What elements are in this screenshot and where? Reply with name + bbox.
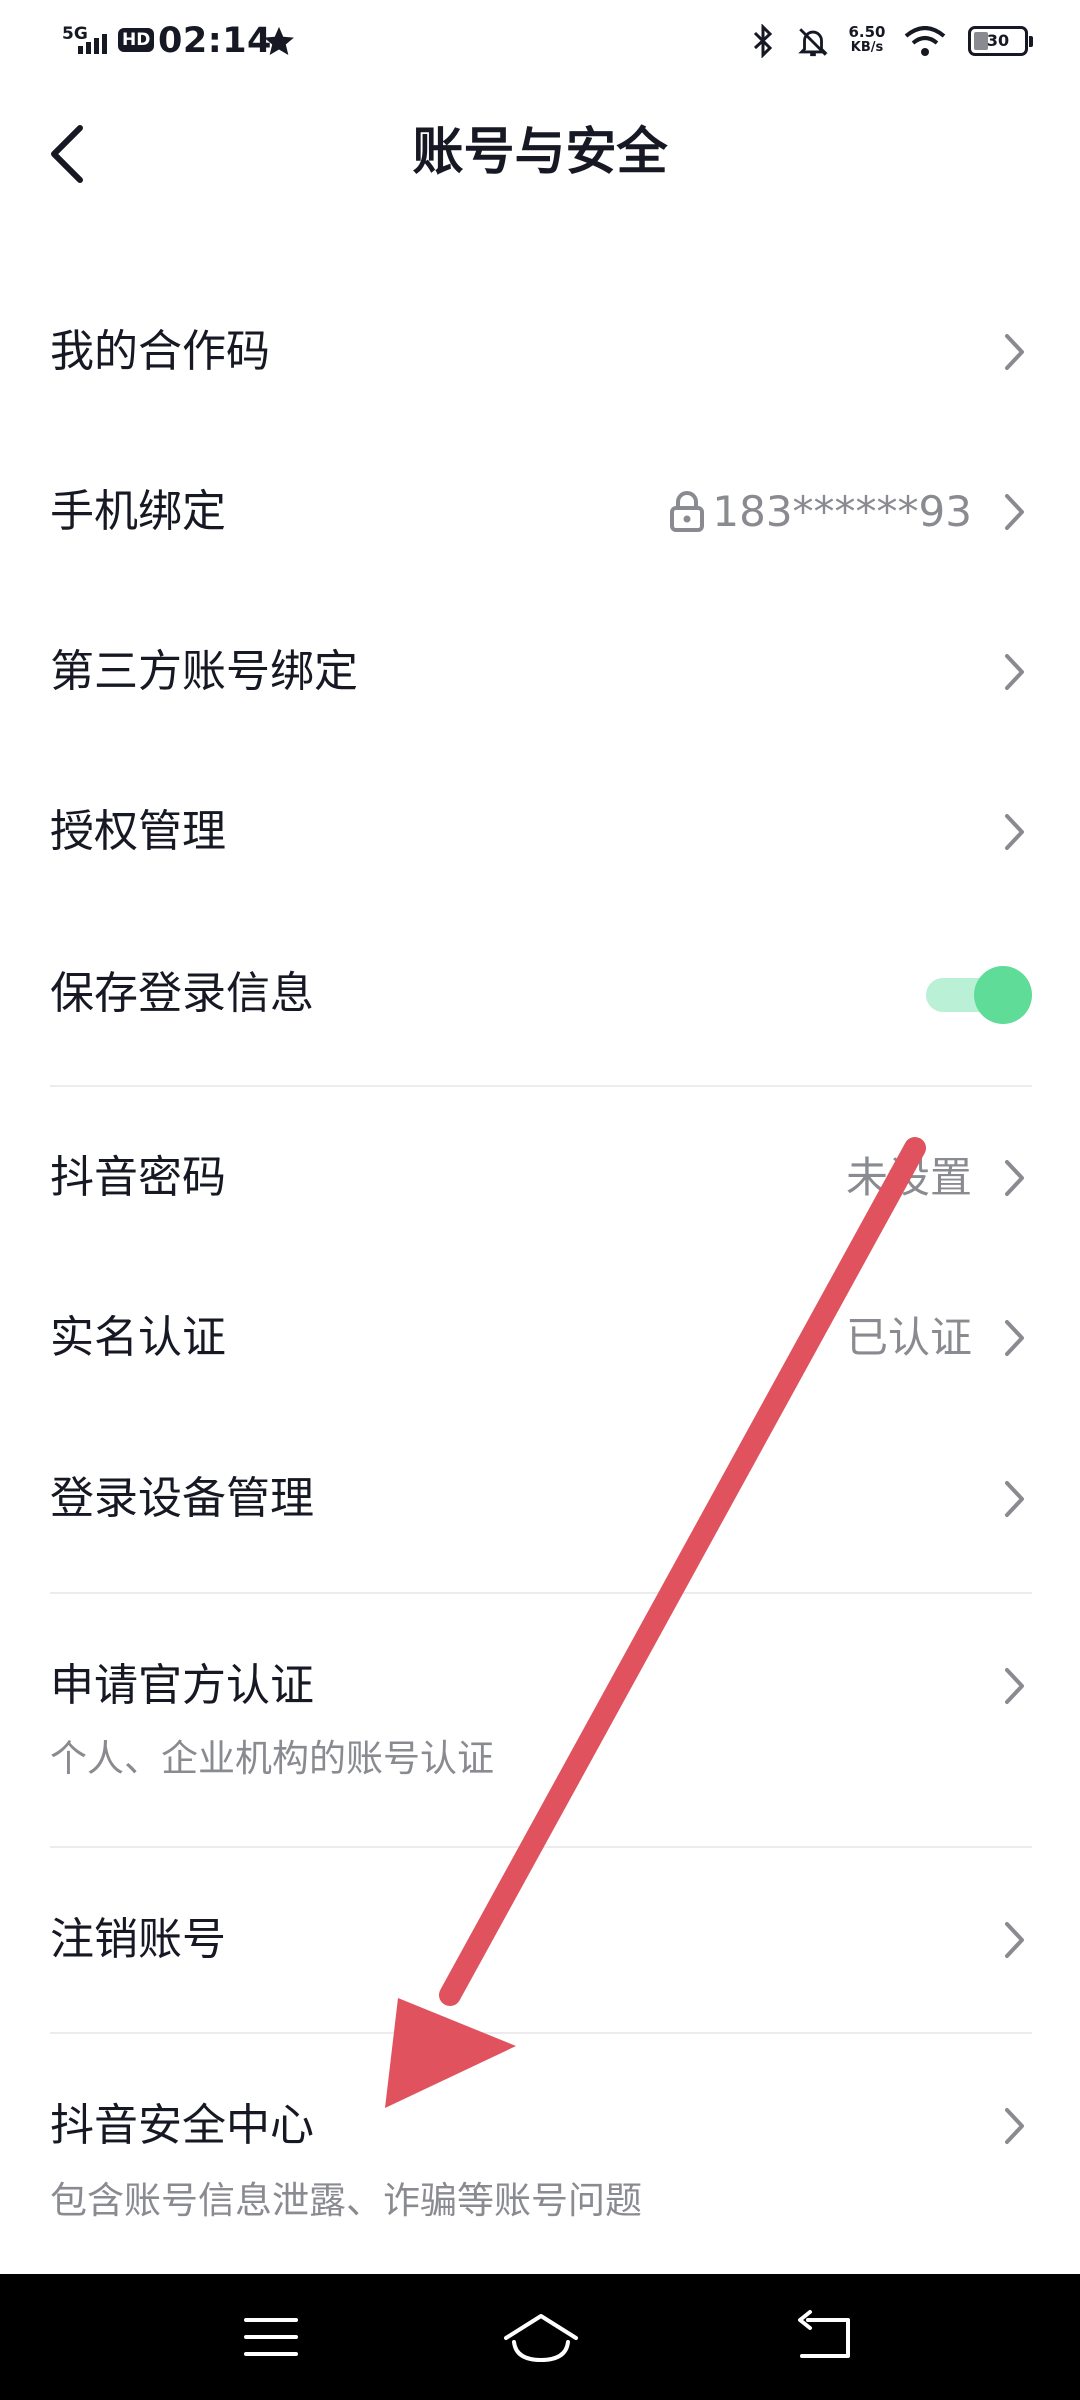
chevron-right-icon xyxy=(1005,1320,1024,1356)
chevron-right-icon xyxy=(1005,654,1024,690)
phone-number: 183******93 xyxy=(712,487,972,536)
password-status: 未设置 xyxy=(845,1153,972,1202)
row-label: 抖音安全中心 xyxy=(50,2100,314,2151)
row-label: 第三方账号绑定 xyxy=(50,646,358,697)
row-real-name-verification[interactable]: 实名认证 已认证 xyxy=(0,1288,1080,1388)
menu-icon[interactable] xyxy=(216,2298,326,2376)
page-title: 账号与安全 xyxy=(412,123,668,182)
chevron-right-icon xyxy=(1005,494,1024,530)
header: 账号与安全 xyxy=(0,82,1080,222)
row-save-login-info: 保存登录信息 xyxy=(0,944,1080,1044)
row-label: 注销账号 xyxy=(50,1914,226,1965)
chevron-right-icon xyxy=(1005,1160,1024,1196)
row-label: 登录设备管理 xyxy=(50,1473,314,1524)
chevron-right-icon xyxy=(1005,1922,1024,1958)
home-icon[interactable] xyxy=(486,2298,596,2376)
back-nav-icon[interactable] xyxy=(768,2298,878,2376)
wifi-icon xyxy=(904,26,946,56)
speed-value: 6.50 xyxy=(848,23,886,41)
row-password[interactable]: 抖音密码 未设置 xyxy=(0,1128,1080,1228)
toggle-knob xyxy=(974,966,1032,1024)
divider xyxy=(50,1085,1032,1087)
phone-value: 183******93 xyxy=(668,482,972,542)
row-third-party-binding[interactable]: 第三方账号绑定 xyxy=(0,622,1080,722)
divider xyxy=(50,1846,1032,1848)
speed-unit: KB/s xyxy=(850,40,884,55)
divider xyxy=(50,2032,1032,2034)
row-auth-management[interactable]: 授权管理 xyxy=(0,782,1080,882)
status-right: 6.50 KB/s 30 xyxy=(728,18,1033,66)
chevron-right-icon xyxy=(1005,814,1024,850)
row-label: 保存登录信息 xyxy=(50,968,314,1019)
row-phone-binding[interactable]: 手机绑定 183******93 xyxy=(0,462,1080,562)
row-label: 实名认证 xyxy=(50,1312,226,1363)
battery-icon: 30 xyxy=(968,26,1033,56)
row-coop-code[interactable]: 我的合作码 xyxy=(0,302,1080,402)
chevron-right-icon xyxy=(1005,334,1024,370)
row-subtitle: 个人、企业机构的账号认证 xyxy=(50,1737,494,1780)
network-speed: 6.50 KB/s xyxy=(844,24,890,56)
save-login-toggle[interactable] xyxy=(924,964,1032,1026)
row-label: 申请官方认证 xyxy=(50,1660,314,1711)
status-bar: 5G HD 02:14 6.50 KB/s 30 xyxy=(0,0,1080,82)
bluetooth-icon xyxy=(753,24,773,58)
row-label: 手机绑定 xyxy=(50,486,226,537)
divider xyxy=(50,1592,1032,1594)
signal-icon xyxy=(78,34,107,54)
hd-badge: HD xyxy=(118,28,155,52)
lock-icon xyxy=(670,491,705,532)
chevron-right-icon xyxy=(1005,2108,1024,2144)
row-label: 抖音密码 xyxy=(50,1152,226,1203)
star-icon xyxy=(264,26,294,56)
chevron-right-icon xyxy=(1005,1481,1024,1517)
battery-level: 30 xyxy=(986,31,1010,50)
row-security-center[interactable]: 抖音安全中心 包含账号信息泄露、诈骗等账号问题 xyxy=(0,2076,1080,2256)
navigation-bar xyxy=(0,2274,1080,2400)
row-login-devices[interactable]: 登录设备管理 xyxy=(0,1449,1080,1549)
chevron-right-icon xyxy=(1005,1668,1024,1704)
row-subtitle: 包含账号信息泄露、诈骗等账号问题 xyxy=(50,2179,642,2222)
row-official-verification[interactable]: 申请官方认证 个人、企业机构的账号认证 xyxy=(0,1634,1080,1814)
row-label: 授权管理 xyxy=(50,806,226,857)
status-time: 02:14 xyxy=(158,21,272,61)
bell-muted-icon xyxy=(798,28,828,57)
row-label: 我的合作码 xyxy=(50,326,270,377)
row-cancel-account[interactable]: 注销账号 xyxy=(0,1890,1080,1990)
verification-status: 已认证 xyxy=(845,1313,972,1362)
